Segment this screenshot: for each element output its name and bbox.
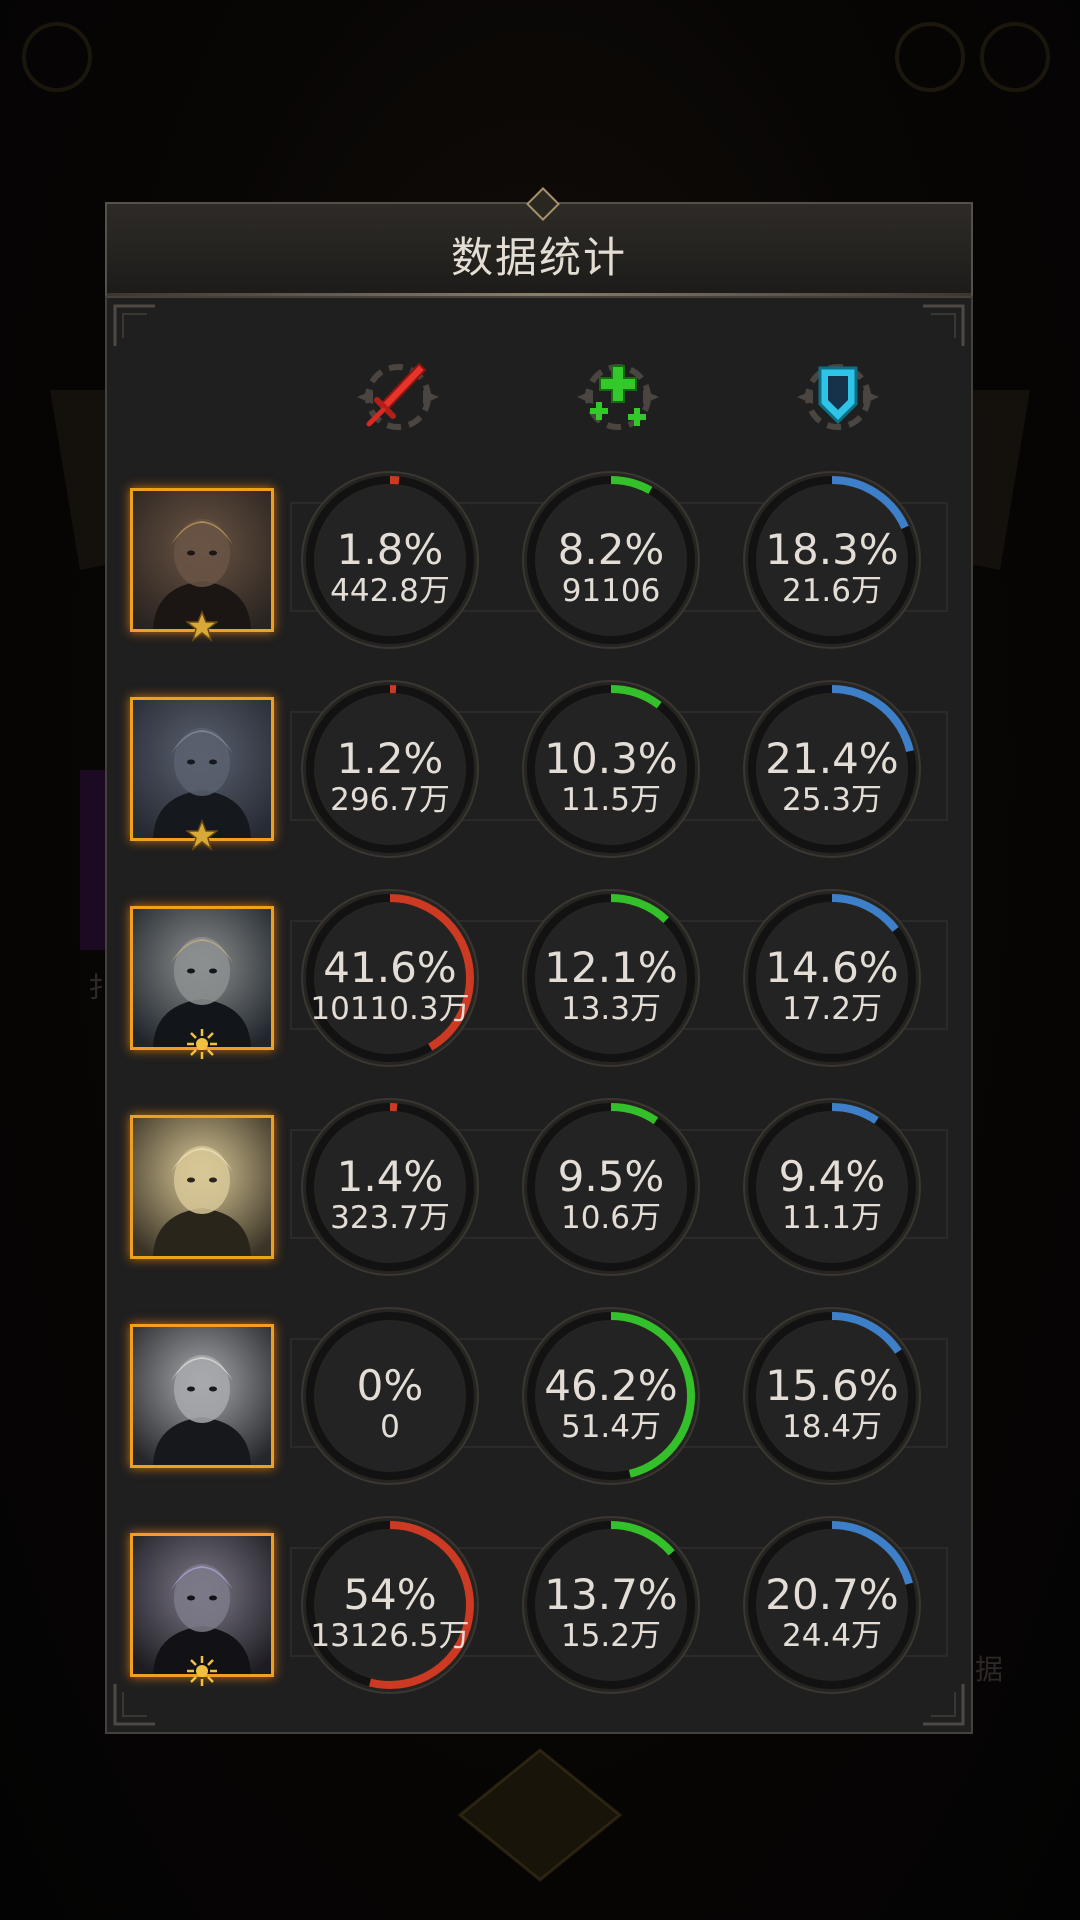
defense-stat-ring: 9.4% 11.1万 [742,1097,922,1277]
damage-stat-ring: 1.8% 442.8万 [300,470,480,650]
stat-value: 11.1万 [781,1200,883,1236]
stat-value: 296.7万 [330,782,450,818]
stat-percent: 54% [343,1570,437,1619]
heal-stat-ring: 9.5% 10.6万 [521,1097,701,1277]
stat-value: 24.4万 [781,1618,883,1654]
stat-value: 25.3万 [781,782,883,818]
defense-stat-ring: 20.7% 24.4万 [742,1515,922,1695]
stat-percent: 9.4% [778,1152,886,1201]
star-badge-icon [184,818,220,851]
header-gem-ornament [526,187,560,221]
shield-icon [797,364,879,430]
heal-stat-ring: 10.3% 11.5万 [521,679,701,859]
heal-cross-icon [577,364,659,430]
heal-stat-ring: 8.2% 91106 [521,470,701,650]
defense-stat-ring: 18.3% 21.6万 [742,470,922,650]
stat-value: 15.2万 [560,1618,662,1654]
corner-ornament-top-right [923,304,965,346]
stat-percent: 1.2% [336,734,444,783]
stat-percent: 9.5% [557,1152,665,1201]
stat-percent: 41.6% [323,943,457,992]
damage-stat-ring: 41.6% 10110.3万 [300,888,480,1068]
stat-percent: 0% [356,1361,424,1410]
hero-row: 1.8% 442.8万 8.2% 91106 18.3% 21.6万 [130,470,950,649]
stat-value: 323.7万 [330,1200,450,1236]
stat-value: 10.6万 [560,1200,662,1236]
stat-percent: 12.1% [544,943,678,992]
hero-row: 0% 0 46.2% 51.4万 15.6% 18.4万 [130,1306,950,1485]
stat-value: 17.2万 [781,991,883,1027]
stat-value: 442.8万 [330,573,450,609]
stat-percent: 46.2% [544,1361,678,1410]
star-badge-icon [184,609,220,642]
stat-percent: 13.7% [544,1570,678,1619]
stat-percent: 20.7% [765,1570,899,1619]
stat-value: 11.5万 [560,782,662,818]
stat-value: 10110.3万 [310,991,470,1027]
hero-row: 41.6% 10110.3万 12.1% 13.3万 14.6% 17.2万 [130,888,950,1067]
stat-value: 18.4万 [781,1409,883,1445]
damage-stat-ring: 1.2% 296.7万 [300,679,480,859]
hero-row: 1.2% 296.7万 10.3% 11.5万 21.4% 25.3万 [130,679,950,858]
panel-header: 数据统计 [105,187,973,296]
damage-stat-ring: 0% 0 [300,1306,480,1486]
damage-stat-ring: 1.4% 323.7万 [300,1097,480,1277]
heal-stat-ring: 13.7% 15.2万 [521,1515,701,1695]
background-settings-icon [980,22,1050,92]
background-bottom-emblem [457,1748,623,1882]
background-mail-icon [895,22,965,92]
stat-value: 51.4万 [560,1409,662,1445]
heal-stat-ring: 46.2% 51.4万 [521,1306,701,1486]
hero-row: 1.4% 323.7万 9.5% 10.6万 9.4% 11.1万 [130,1097,950,1276]
background-right-label: 据 [975,1653,1004,1686]
corner-ornament-top-left [113,304,155,346]
defense-stat-ring: 21.4% 25.3万 [742,679,922,859]
stat-percent: 14.6% [765,943,899,992]
damage-stat-ring: 54% 13126.5万 [300,1515,480,1695]
defense-stat-ring: 15.6% 18.4万 [742,1306,922,1486]
stat-value: 91106 [561,573,661,609]
background-side-bar [80,770,106,950]
hero-row: 54% 13126.5万 13.7% 15.2万 20.7% 24.4万 [130,1515,950,1694]
stat-percent: 1.8% [336,525,444,574]
moon-badge-icon [186,1237,218,1269]
stat-value: 13.3万 [560,991,662,1027]
defense-stat-ring: 14.6% 17.2万 [742,888,922,1068]
sword-icon [357,362,439,430]
stat-percent: 10.3% [544,734,678,783]
background-menu-icon [22,22,92,92]
panel-title: 数据统计 [450,233,627,282]
stat-value: 0 [380,1409,400,1445]
corner-ornament-bottom-right [923,1684,965,1726]
sun-badge-icon [186,1028,218,1060]
stat-value: 21.6万 [781,573,883,609]
sun-badge-icon [186,1655,218,1687]
stat-percent: 21.4% [765,734,899,783]
stat-value: 13126.5万 [310,1618,470,1654]
stat-percent: 15.6% [765,1361,899,1410]
stat-percent: 8.2% [557,525,665,574]
heal-stat-ring: 12.1% 13.3万 [521,888,701,1068]
stat-percent: 1.4% [336,1152,444,1201]
moon-badge-icon [186,1446,218,1478]
game-screen: 扌 据 数据统计 1.8% 442.8万 8.2% 91106 18.3% 21… [0,0,1080,1920]
stat-percent: 18.3% [765,525,899,574]
corner-ornament-bottom-left [113,1684,155,1726]
